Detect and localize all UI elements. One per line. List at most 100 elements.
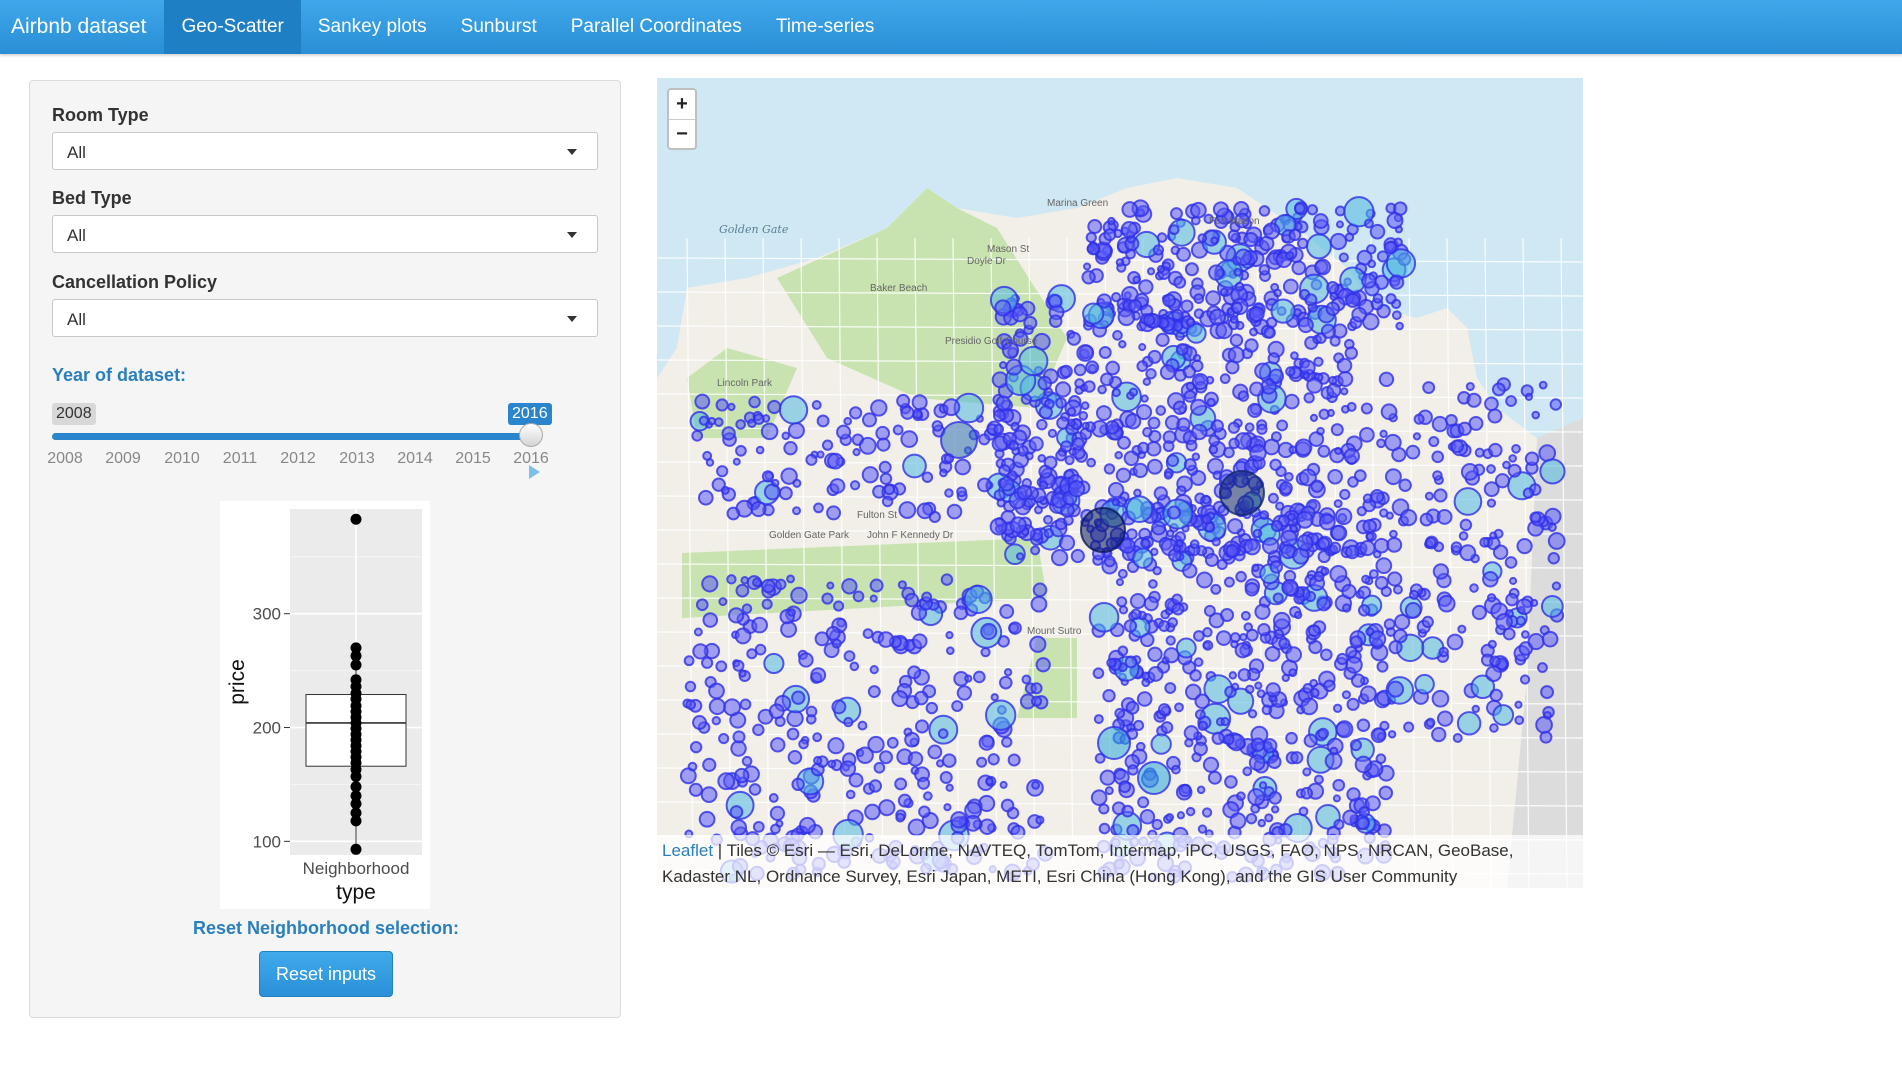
listing-marker[interactable] xyxy=(1132,462,1149,479)
listing-marker[interactable] xyxy=(911,394,928,411)
listing-marker[interactable] xyxy=(990,693,999,702)
listing-marker[interactable] xyxy=(1202,756,1220,773)
listing-marker[interactable] xyxy=(1185,806,1196,817)
listing-marker[interactable] xyxy=(1372,293,1384,304)
listing-marker[interactable] xyxy=(1471,604,1487,621)
listing-marker[interactable] xyxy=(1125,495,1154,524)
listing-marker[interactable] xyxy=(786,727,800,741)
listing-marker[interactable] xyxy=(771,478,780,488)
listing-marker[interactable] xyxy=(1243,231,1259,248)
listing-marker[interactable] xyxy=(1316,426,1325,436)
listing-marker[interactable] xyxy=(1387,680,1405,698)
listing-marker[interactable] xyxy=(752,577,763,588)
listing-marker[interactable] xyxy=(867,685,881,699)
listing-marker[interactable] xyxy=(1175,637,1197,659)
listing-marker[interactable] xyxy=(1193,741,1208,757)
listing-marker[interactable] xyxy=(1237,390,1250,402)
listing-marker[interactable] xyxy=(877,631,895,648)
listing-marker[interactable] xyxy=(1211,731,1225,745)
listing-marker[interactable] xyxy=(729,805,744,819)
listing-marker[interactable] xyxy=(1356,718,1371,733)
listing-marker[interactable] xyxy=(734,627,752,645)
listing-marker[interactable] xyxy=(1350,673,1366,688)
listing-marker[interactable] xyxy=(1338,252,1349,263)
listing-marker[interactable] xyxy=(1516,537,1533,555)
listing-marker[interactable] xyxy=(769,805,786,822)
listing-marker[interactable] xyxy=(738,669,747,678)
listing-marker[interactable] xyxy=(692,643,709,660)
listing-marker[interactable] xyxy=(711,477,726,492)
listing-marker[interactable] xyxy=(993,423,1005,435)
listing-marker[interactable] xyxy=(1196,785,1206,795)
listing-marker[interactable] xyxy=(1189,669,1202,682)
listing-marker[interactable] xyxy=(1257,623,1271,637)
listing-marker[interactable] xyxy=(1016,484,1033,501)
listing-marker[interactable] xyxy=(1356,816,1370,831)
listing-marker[interactable] xyxy=(1031,780,1040,790)
listing-marker[interactable] xyxy=(1272,611,1291,630)
listing-marker[interactable] xyxy=(864,803,881,821)
listing-marker[interactable] xyxy=(768,703,785,720)
listing-marker[interactable] xyxy=(1147,665,1164,682)
listing-marker[interactable] xyxy=(1033,505,1043,515)
listing-marker[interactable] xyxy=(1205,290,1222,307)
listing-marker[interactable] xyxy=(798,738,809,750)
listing-marker[interactable] xyxy=(852,590,865,603)
listing-marker[interactable] xyxy=(1436,508,1453,525)
listing-marker[interactable] xyxy=(698,415,709,426)
listing-marker[interactable] xyxy=(1245,684,1255,695)
listing-marker[interactable] xyxy=(748,783,762,796)
listing-marker[interactable] xyxy=(1291,260,1307,276)
listing-marker[interactable] xyxy=(1249,327,1259,337)
listing-marker[interactable] xyxy=(1259,510,1270,521)
listing-marker[interactable] xyxy=(1067,418,1076,428)
listing-marker[interactable] xyxy=(695,598,709,612)
listing-marker[interactable] xyxy=(702,612,719,628)
listing-marker[interactable] xyxy=(1208,444,1219,455)
listing-marker[interactable] xyxy=(791,777,805,792)
listing-marker[interactable] xyxy=(964,674,973,683)
listing-marker[interactable] xyxy=(689,740,703,754)
listing-marker[interactable] xyxy=(1048,293,1063,309)
listing-marker[interactable] xyxy=(1383,240,1398,255)
listing-marker[interactable] xyxy=(1508,454,1517,463)
listing-marker[interactable] xyxy=(827,737,845,755)
listing-marker[interactable] xyxy=(1228,671,1238,680)
listing-marker[interactable] xyxy=(996,498,1006,508)
listing-marker[interactable] xyxy=(1143,596,1159,612)
listing-marker[interactable] xyxy=(976,756,988,768)
listing-marker[interactable] xyxy=(1380,403,1398,421)
listing-marker[interactable] xyxy=(1344,346,1358,360)
listing-marker[interactable] xyxy=(1256,423,1268,435)
listing-marker[interactable] xyxy=(921,591,933,603)
listing-marker[interactable] xyxy=(778,395,809,425)
listing-marker[interactable] xyxy=(1216,558,1228,571)
listing-marker[interactable] xyxy=(1334,507,1353,526)
listing-marker[interactable] xyxy=(994,299,1012,317)
listing-marker[interactable] xyxy=(1290,751,1304,765)
listing-marker[interactable] xyxy=(1229,315,1239,324)
listing-marker[interactable] xyxy=(999,780,1008,789)
listing-marker[interactable] xyxy=(944,488,954,498)
listing-marker[interactable] xyxy=(1269,458,1282,471)
listing-marker[interactable] xyxy=(780,620,798,638)
listing-marker[interactable] xyxy=(1326,281,1340,295)
listing-marker[interactable] xyxy=(1374,575,1389,590)
listing-marker[interactable] xyxy=(839,760,857,777)
listing-marker[interactable] xyxy=(1258,205,1271,217)
listing-marker[interactable] xyxy=(791,690,806,705)
listing-marker[interactable] xyxy=(1172,544,1182,553)
listing-marker[interactable] xyxy=(1000,798,1015,813)
listing-marker[interactable] xyxy=(700,786,718,804)
listing-marker[interactable] xyxy=(917,776,931,790)
listing-marker[interactable] xyxy=(1314,258,1332,276)
listing-marker[interactable] xyxy=(1132,547,1154,569)
listing-marker[interactable] xyxy=(1250,737,1266,752)
listing-marker[interactable] xyxy=(939,770,953,785)
listing-marker[interactable] xyxy=(1458,531,1469,541)
listing-marker[interactable] xyxy=(1173,275,1187,289)
listing-marker[interactable] xyxy=(1309,687,1320,699)
listing-marker[interactable] xyxy=(1210,236,1219,245)
listing-marker[interactable] xyxy=(792,506,802,516)
listing-marker[interactable] xyxy=(746,648,758,660)
